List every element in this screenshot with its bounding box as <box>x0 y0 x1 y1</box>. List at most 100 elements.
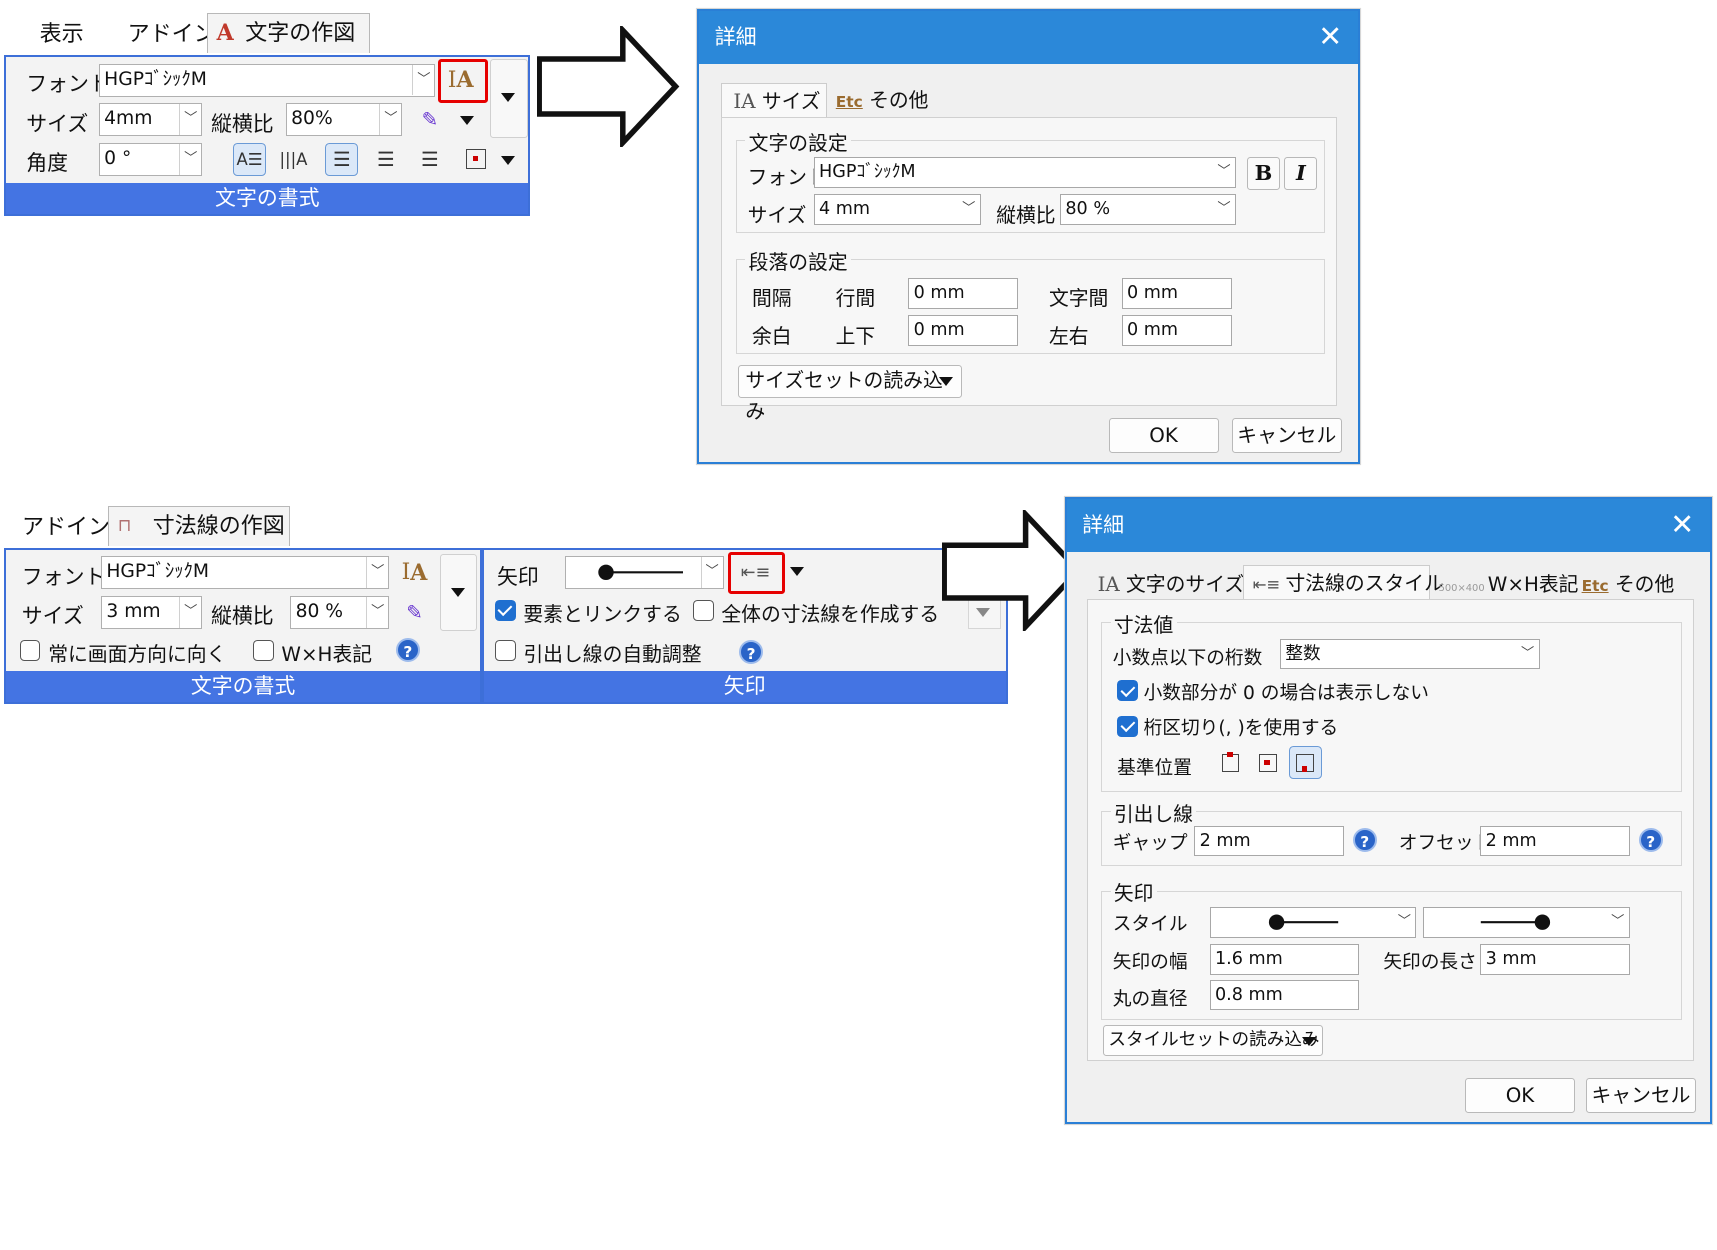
size-panel: 文字の設定 フォント HGPｺﾞｼｯｸM ﹀ B I サイズ 4 mm ﹀ 縦横比 … <box>721 117 1338 423</box>
hide-zero-checkbox[interactable] <box>1117 680 1139 702</box>
align-right-icon[interactable]: ☰ <box>413 143 446 176</box>
font-value: HGPｺﾞｼｯｸM <box>104 68 207 90</box>
dropdown-arrow-icon[interactable] <box>501 156 516 166</box>
text-detail-icon[interactable]: IA <box>398 556 431 589</box>
help-icon[interactable]: ? <box>395 637 420 662</box>
thousands-checkbox[interactable] <box>1117 715 1139 737</box>
tab-dimension-draw[interactable]: ⊓ 寸法線の作図 <box>107 506 291 546</box>
dropdown-arrow-icon[interactable] <box>789 567 804 577</box>
load-style-set-button[interactable]: スタイルセットの読み込み <box>1102 1024 1323 1056</box>
color-picker-icon[interactable]: ✎ <box>398 596 431 629</box>
circle-diameter-value: 0.8 mm <box>1214 984 1283 1005</box>
align-center-icon[interactable]: ☰ <box>369 143 402 176</box>
size-label: サイズ <box>26 111 89 136</box>
tab-label: 文字のサイズ <box>1126 573 1245 597</box>
top-bottom-input[interactable]: 0 mm <box>908 315 1019 347</box>
more-dropdown[interactable] <box>490 59 528 139</box>
decimals-combo[interactable]: 整数 ﹀ <box>1279 638 1540 670</box>
close-icon[interactable]: ✕ <box>1670 499 1694 550</box>
all-dimension-checkbox[interactable] <box>692 600 714 622</box>
offset-label: オフセット <box>1398 832 1493 854</box>
cancel-button[interactable]: キャンセル <box>1585 1077 1696 1113</box>
char-spacing-input[interactable]: 0 mm <box>1121 277 1232 309</box>
offset-input[interactable]: 2 mm <box>1480 825 1630 857</box>
help-icon[interactable]: ? <box>738 639 764 665</box>
tab-view[interactable]: 表示 <box>31 15 93 55</box>
ratio-label: 縦横比 <box>210 111 274 136</box>
italic-button[interactable]: I <box>1284 156 1318 190</box>
vertical-text-icon[interactable]: |||A <box>277 143 310 176</box>
gap-input[interactable]: 2 mm <box>1194 825 1344 857</box>
dropdown-arrow-icon[interactable] <box>459 116 474 126</box>
ratio-combo[interactable]: 80 % ﹀ <box>1059 194 1236 226</box>
load-size-set-button[interactable]: サイズセットの読み込み <box>737 364 963 423</box>
base-center-icon[interactable] <box>1251 746 1284 779</box>
big-right-arrow-icon <box>536 26 680 148</box>
tab-dimension-style[interactable]: ⇤≡ 寸法線のスタイル <box>1242 565 1444 601</box>
ribbon-group-title: 文字の書式 <box>6 182 529 214</box>
end-arrow-combo[interactable]: ﹀ <box>1422 907 1630 938</box>
dropdown-arrow-icon <box>450 588 465 598</box>
font-combo[interactable]: HGPｺﾞｼｯｸM ﹀ <box>813 156 1236 188</box>
ratio-combo[interactable]: 80 % ﹀ <box>290 595 390 629</box>
tab-addin[interactable]: アドイン <box>13 508 119 548</box>
chevron-down-icon: ﹀ <box>179 104 202 135</box>
arrow-style-combo[interactable]: ﹀ <box>565 556 724 590</box>
arrow-length-input[interactable]: 3 mm <box>1480 944 1630 976</box>
text-size-icon: IA <box>733 90 762 114</box>
detail-dialog-text: 詳細 ✕ IA サイズ Etc その他 文字の設定 フォント HGPｺﾞｼｯｸM… <box>697 8 1360 465</box>
more-dropdown[interactable] <box>439 554 478 632</box>
arrow-length-label: 矢印の長さ <box>1383 951 1477 973</box>
tab-text-size[interactable]: IA 文字のサイズ <box>1089 567 1245 602</box>
dot-arrow-icon <box>598 565 683 581</box>
align-left-icon[interactable]: ☰ <box>325 142 359 176</box>
arrow-width-input[interactable]: 1.6 mm <box>1209 944 1360 976</box>
auto-adjust-checkbox[interactable] <box>494 639 516 661</box>
font-value: HGPｺﾞｼｯｸM <box>106 561 210 583</box>
tab-other[interactable]: Etc その他 <box>1573 567 1675 602</box>
size-combo[interactable]: 3 mm ﹀ <box>100 595 203 629</box>
size-combo[interactable]: 4 mm ﹀ <box>813 194 981 226</box>
screen-direction-label: 常に画面方向に向く <box>48 642 227 666</box>
ok-button[interactable]: OK <box>1108 417 1219 453</box>
base-top-icon[interactable] <box>1214 746 1247 779</box>
size-combo[interactable]: 4mm ﹀ <box>98 103 203 137</box>
start-arrow-combo[interactable]: ﹀ <box>1209 907 1417 938</box>
ratio-label: 縦横比 <box>210 604 274 629</box>
font-combo[interactable]: HGPｺﾞｼｯｸM ﹀ <box>98 63 436 97</box>
wxh-checkbox[interactable] <box>252 639 274 661</box>
horizontal-text-icon[interactable]: A☰ <box>232 142 266 176</box>
bold-button[interactable]: B <box>1246 156 1280 190</box>
help-icon[interactable]: ? <box>1352 827 1377 853</box>
etc-icon: Etc <box>1581 577 1609 596</box>
close-icon[interactable]: ✕ <box>1318 11 1342 62</box>
chevron-down-icon: ﹀ <box>1217 201 1231 217</box>
button-label: サイズセットの読み込み <box>745 368 943 423</box>
cancel-button[interactable]: キャンセル <box>1231 417 1342 453</box>
line-spacing-input[interactable]: 0 mm <box>908 277 1019 309</box>
group-label: 寸法値 <box>1110 608 1177 638</box>
gap-label: ギャップ <box>1112 832 1188 854</box>
color-picker-icon[interactable]: ✎ <box>413 103 446 136</box>
anchor-point-icon[interactable] <box>460 143 493 176</box>
group-label: 引出し線 <box>1110 798 1197 828</box>
left-right-input[interactable]: 0 mm <box>1121 315 1232 347</box>
ok-button[interactable]: OK <box>1464 1077 1575 1113</box>
link-element-checkbox[interactable] <box>494 600 516 622</box>
screen-direction-checkbox[interactable] <box>19 639 41 661</box>
text-a-icon: A <box>216 20 234 47</box>
size-label: サイズ <box>21 604 84 629</box>
base-bottom-icon[interactable] <box>1288 746 1322 780</box>
help-icon[interactable]: ? <box>1638 827 1663 853</box>
font-label: フォント <box>26 72 110 96</box>
font-combo[interactable]: HGPｺﾞｼｯｸM ﹀ <box>100 556 390 590</box>
ratio-combo[interactable]: 80% ﹀ <box>285 103 403 137</box>
circle-diameter-input[interactable]: 0.8 mm <box>1209 979 1360 1011</box>
tab-wxh[interactable]: 500×400 W×H表記 <box>1430 567 1579 602</box>
dropdown-arrow-icon <box>501 93 516 103</box>
tab-other[interactable]: Etc その他 <box>827 83 929 118</box>
angle-combo[interactable]: 0 ° ﹀ <box>98 142 203 176</box>
tab-text-draw[interactable]: A 文字の作図 <box>206 13 370 53</box>
tab-size[interactable]: IA サイズ <box>721 83 827 119</box>
group-label: 段落の設定 <box>745 245 851 275</box>
